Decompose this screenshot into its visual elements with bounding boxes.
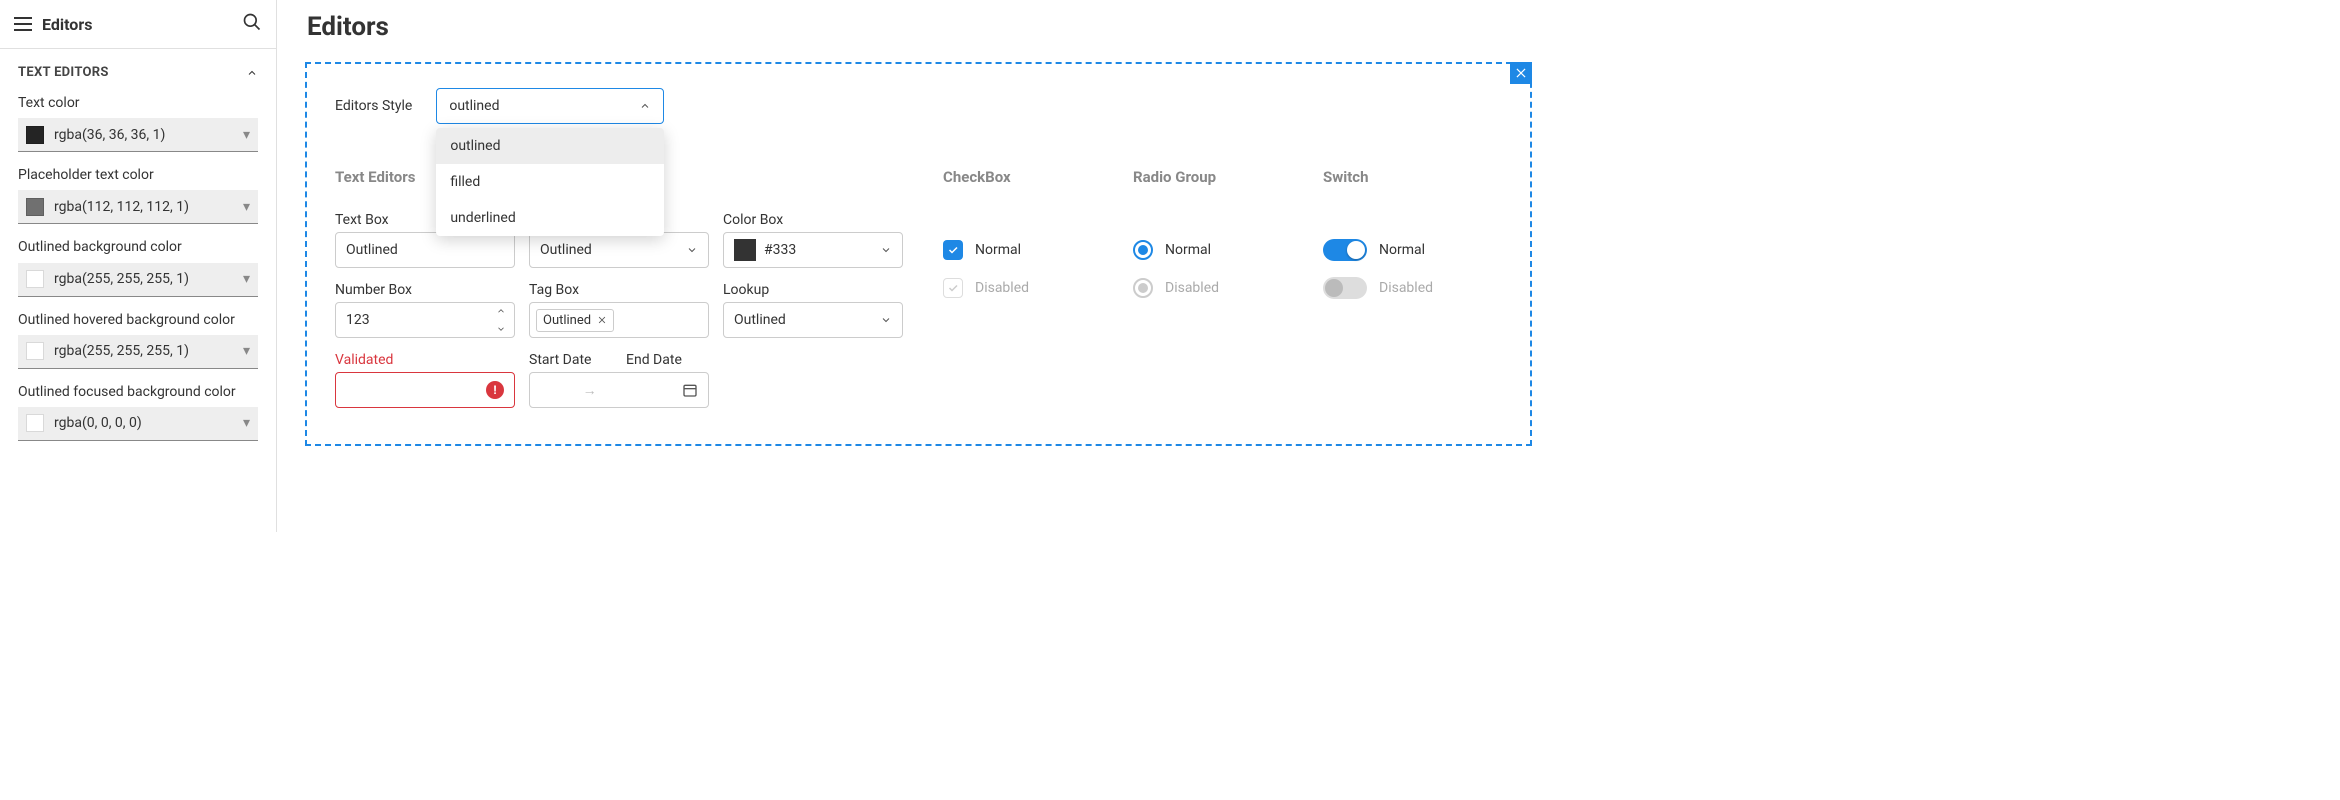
validated-label: Validated bbox=[335, 352, 515, 368]
chevron-down-icon bbox=[880, 314, 892, 326]
prop-label: Outlined background color bbox=[18, 238, 258, 256]
dropdown-option-underlined[interactable]: underlined bbox=[436, 200, 664, 236]
radio-title: Radio Group bbox=[1133, 168, 1283, 186]
chevron-up-icon bbox=[639, 100, 651, 112]
startdate-label: Start Date bbox=[529, 352, 612, 368]
checkbox-disabled-label: Disabled bbox=[975, 280, 1029, 296]
close-icon bbox=[1514, 66, 1528, 80]
sidebar-body: TEXT EDITORS Text color rgba(36, 36, 36,… bbox=[0, 49, 276, 532]
textbox-input[interactable]: Outlined bbox=[335, 232, 515, 268]
color-select[interactable]: rgba(36, 36, 36, 1) ▾ bbox=[18, 118, 258, 152]
main: Editors Editors Style outlined outlined … bbox=[277, 0, 1560, 532]
spinner-up-icon[interactable] bbox=[496, 306, 506, 316]
section-toggle-text-editors[interactable]: TEXT EDITORS bbox=[18, 65, 258, 80]
chevron-down-icon: ▾ bbox=[243, 271, 250, 287]
chevron-down-icon bbox=[686, 244, 698, 256]
switch-disabled bbox=[1323, 277, 1367, 299]
prop-label: Outlined focused background color bbox=[18, 383, 258, 401]
color-swatch bbox=[26, 126, 44, 144]
editors-style-select[interactable]: outlined outlined filled underlined bbox=[436, 88, 664, 124]
enddate-label: End Date bbox=[626, 352, 709, 368]
prop-text-color: Text color rgba(36, 36, 36, 1) ▾ bbox=[18, 94, 258, 152]
selectbox-input[interactable]: Outlined bbox=[529, 232, 709, 268]
spinner-down-icon[interactable] bbox=[496, 324, 506, 334]
dropdown-panel: outlined filled underlined bbox=[436, 128, 664, 236]
prop-outlined-hover-bg: Outlined hovered background color rgba(2… bbox=[18, 311, 258, 369]
radio-disabled bbox=[1133, 278, 1153, 298]
hamburger-icon[interactable] bbox=[14, 17, 32, 31]
color-swatch bbox=[734, 239, 756, 261]
validated-input[interactable]: ! bbox=[335, 372, 515, 408]
tagbox-label: Tag Box bbox=[529, 282, 709, 298]
colorbox-label: Color Box bbox=[723, 212, 903, 228]
color-select[interactable]: rgba(255, 255, 255, 1) ▾ bbox=[18, 335, 258, 369]
colorbox-input[interactable]: #333 bbox=[723, 232, 903, 268]
dropdown-option-outlined[interactable]: outlined bbox=[436, 128, 664, 164]
search-icon[interactable] bbox=[242, 12, 262, 36]
sidebar-header: Editors bbox=[0, 0, 276, 49]
color-swatch bbox=[26, 414, 44, 432]
chevron-up-icon bbox=[246, 67, 258, 79]
check-icon bbox=[947, 244, 959, 256]
prop-label: Outlined hovered background color bbox=[18, 311, 258, 329]
daterange-input[interactable]: → bbox=[529, 372, 709, 408]
calendar-icon[interactable] bbox=[682, 382, 698, 398]
dropdown-option-filled[interactable]: filled bbox=[436, 164, 664, 200]
color-value: rgba(0, 0, 0, 0) bbox=[54, 415, 233, 431]
checkbox-disabled bbox=[943, 278, 963, 298]
sidebar: Editors TEXT EDITORS Text color rgba(36,… bbox=[0, 0, 277, 532]
checkbox-normal[interactable] bbox=[943, 240, 963, 260]
chevron-down-icon bbox=[880, 244, 892, 256]
prop-outlined-focus-bg: Outlined focused background color rgba(0… bbox=[18, 383, 258, 441]
switch-normal-label: Normal bbox=[1379, 242, 1425, 258]
select-value: outlined bbox=[449, 98, 499, 114]
color-value: rgba(255, 255, 255, 1) bbox=[54, 343, 233, 359]
switch-normal[interactable] bbox=[1323, 239, 1367, 261]
lookup-label: Lookup bbox=[723, 282, 903, 298]
color-swatch bbox=[26, 342, 44, 360]
switch-disabled-label: Disabled bbox=[1379, 280, 1433, 296]
prop-label: Text color bbox=[18, 94, 258, 112]
numberbox-label: Number Box bbox=[335, 282, 515, 298]
tag-remove-icon[interactable] bbox=[597, 315, 607, 325]
radio-disabled-label: Disabled bbox=[1165, 280, 1219, 296]
chevron-down-icon: ▾ bbox=[243, 199, 250, 215]
color-value: rgba(36, 36, 36, 1) bbox=[54, 127, 233, 143]
tagbox-input[interactable]: Outlined bbox=[529, 302, 709, 338]
selection-frame: Editors Style outlined outlined filled u… bbox=[305, 62, 1532, 446]
color-select[interactable]: rgba(112, 112, 112, 1) ▾ bbox=[18, 190, 258, 224]
check-icon bbox=[947, 282, 959, 294]
color-select[interactable]: rgba(255, 255, 255, 1) ▾ bbox=[18, 263, 258, 297]
color-value: rgba(255, 255, 255, 1) bbox=[54, 271, 233, 287]
prop-outlined-bg: Outlined background color rgba(255, 255,… bbox=[18, 238, 258, 296]
switch-title: Switch bbox=[1323, 168, 1473, 186]
chevron-down-icon: ▾ bbox=[243, 343, 250, 359]
checkbox-title: CheckBox bbox=[943, 168, 1093, 186]
color-swatch bbox=[26, 198, 44, 216]
chevron-down-icon: ▾ bbox=[243, 415, 250, 431]
page-title: Editors bbox=[305, 12, 1532, 42]
sidebar-title: Editors bbox=[42, 15, 92, 34]
chevron-down-icon: ▾ bbox=[243, 127, 250, 143]
color-value: rgba(112, 112, 112, 1) bbox=[54, 199, 233, 215]
color-select[interactable]: rgba(0, 0, 0, 0) ▾ bbox=[18, 407, 258, 441]
radio-normal[interactable] bbox=[1133, 240, 1153, 260]
lookup-input[interactable]: Outlined bbox=[723, 302, 903, 338]
editors-style-label: Editors Style bbox=[335, 98, 412, 114]
radio-normal-label: Normal bbox=[1165, 242, 1211, 258]
numberbox-input[interactable]: 123 bbox=[335, 302, 515, 338]
color-swatch bbox=[26, 270, 44, 288]
checkbox-normal-label: Normal bbox=[975, 242, 1021, 258]
prop-placeholder-color: Placeholder text color rgba(112, 112, 11… bbox=[18, 166, 258, 224]
tag-chip[interactable]: Outlined bbox=[536, 309, 614, 332]
arrow-right-icon: → bbox=[583, 382, 597, 399]
close-selection-button[interactable] bbox=[1510, 62, 1532, 84]
prop-label: Placeholder text color bbox=[18, 166, 258, 184]
error-icon: ! bbox=[486, 381, 504, 399]
section-title: TEXT EDITORS bbox=[18, 65, 109, 80]
